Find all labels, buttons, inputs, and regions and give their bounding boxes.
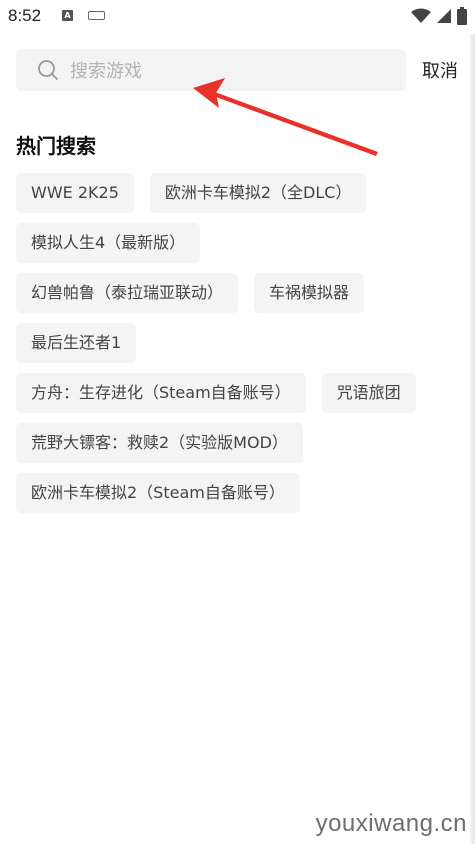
search-box[interactable]	[16, 49, 406, 91]
screen: 8:52 A 取消 热门搜索	[0, 0, 475, 844]
tag-row: 模拟人生4（最新版）	[16, 223, 456, 263]
battery-icon	[457, 7, 467, 25]
tag-row: 方舟：生存进化（Steam自备账号） 咒语旅团	[16, 373, 456, 413]
status-right-icons	[411, 6, 467, 26]
keyboard-icon	[88, 11, 105, 20]
a-notification-icon: A	[62, 10, 73, 21]
cancel-button[interactable]: 取消	[422, 57, 458, 83]
status-bar: 8:52 A	[0, 0, 475, 34]
hot-search-tag[interactable]: WWE 2K25	[16, 173, 134, 213]
tag-row: 欧洲卡车模拟2（Steam自备账号）	[16, 473, 456, 513]
signal-icon	[437, 9, 451, 23]
hot-search-tag[interactable]: 幻兽帕鲁（泰拉瑞亚联动）	[16, 273, 239, 313]
hot-search-tag[interactable]: 咒语旅团	[321, 373, 416, 413]
wifi-icon	[411, 8, 431, 23]
hot-search-tag[interactable]: 荒野大镖客：救赎2（实验版MOD）	[16, 423, 303, 463]
hot-search-tag[interactable]: 模拟人生4（最新版）	[16, 223, 201, 263]
tag-row: WWE 2K25 欧洲卡车模拟2（全DLC）	[16, 173, 456, 213]
tag-row: 最后生还者1	[16, 323, 456, 363]
status-time: 8:52	[8, 6, 42, 25]
tag-row: 荒野大镖客：救赎2（实验版MOD）	[16, 423, 456, 463]
annotation-arrow-shaft	[208, 91, 378, 156]
hot-search-tag[interactable]: 最后生还者1	[16, 323, 137, 363]
tag-row: 幻兽帕鲁（泰拉瑞亚联动） 车祸模拟器	[16, 273, 456, 313]
hot-search-tag[interactable]: 欧洲卡车模拟2（全DLC）	[149, 173, 367, 213]
hot-search-tags: WWE 2K25 欧洲卡车模拟2（全DLC） 模拟人生4（最新版） 幻兽帕鲁（泰…	[16, 173, 456, 523]
hot-search-tag[interactable]: 方舟：生存进化（Steam自备账号）	[16, 373, 306, 413]
hot-search-title: 热门搜索	[16, 134, 96, 158]
search-icon	[38, 60, 58, 80]
watermark: youxiwang.cn	[315, 810, 467, 837]
hot-search-tag[interactable]: 欧洲卡车模拟2（Steam自备账号）	[16, 473, 300, 513]
hot-search-tag[interactable]: 车祸模拟器	[254, 273, 365, 313]
right-edge-shadow	[470, 34, 475, 844]
search-input[interactable]	[68, 55, 392, 87]
